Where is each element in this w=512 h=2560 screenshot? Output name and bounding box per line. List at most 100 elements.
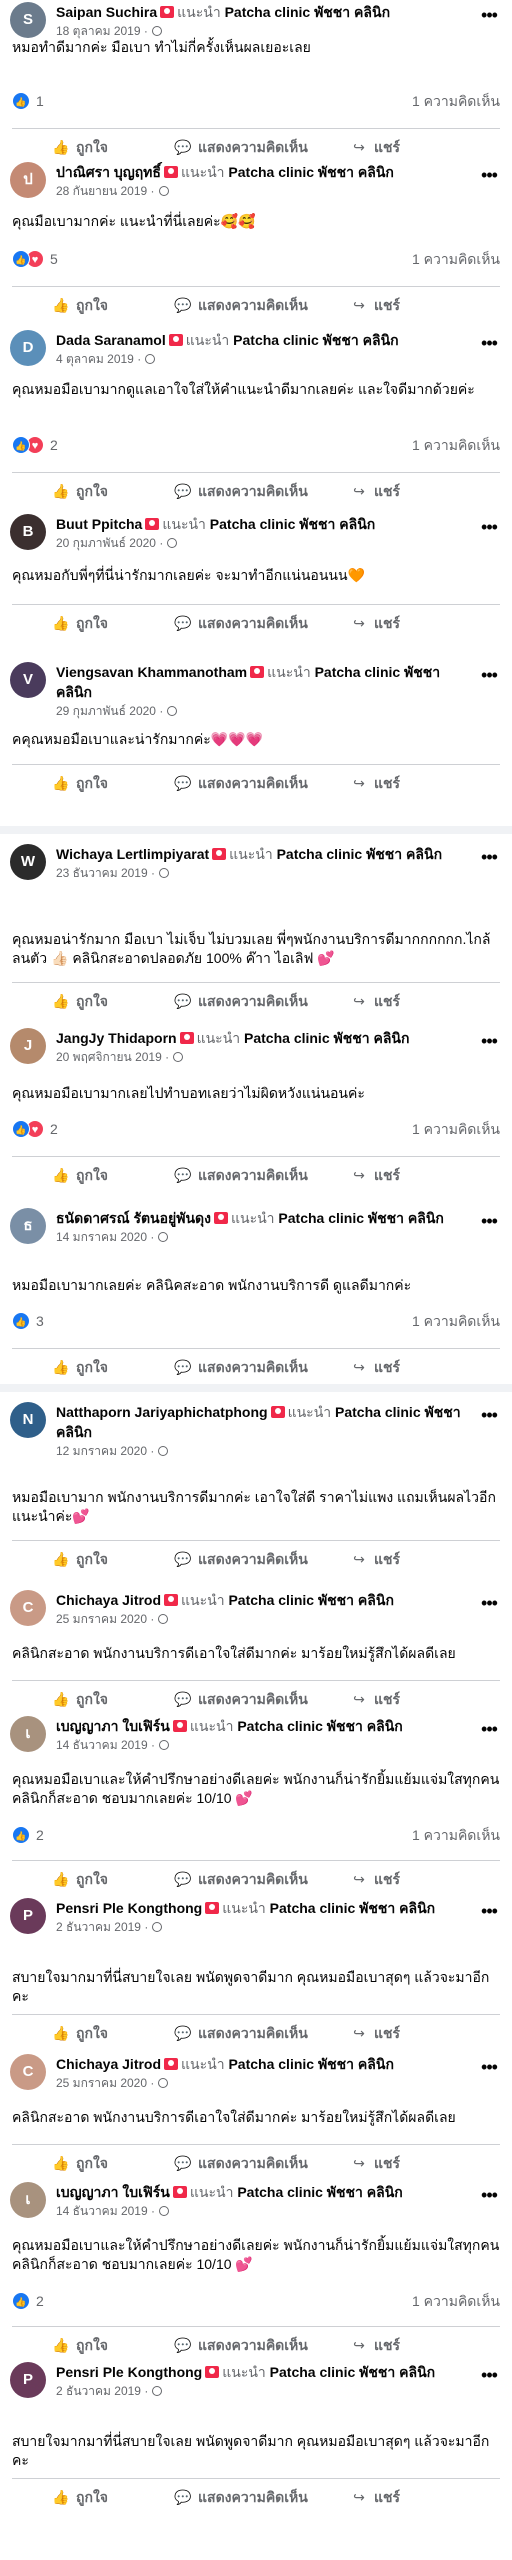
avatar[interactable]: ธ bbox=[10, 1208, 46, 1244]
like-button[interactable]: 👍 ถูกใจ bbox=[52, 2479, 108, 2515]
page-name-link[interactable]: Patcha clinic พัชชา คลินิก bbox=[237, 1718, 402, 1734]
avatar[interactable]: ป bbox=[10, 162, 46, 198]
page-name-link[interactable]: Patcha clinic พัชชา คลินิก bbox=[228, 164, 393, 180]
share-button[interactable]: ↪ แชร์ bbox=[350, 287, 400, 323]
page-name-link[interactable]: Patcha clinic พัชชา คลินิก bbox=[233, 332, 398, 348]
share-button[interactable]: ↪ แชร์ bbox=[350, 473, 400, 509]
reviewer-name[interactable]: Saipan Suchira bbox=[56, 4, 157, 20]
more-icon[interactable]: ••• bbox=[478, 2058, 500, 2076]
avatar[interactable]: C bbox=[10, 2054, 46, 2090]
comment-button[interactable]: 💬 แสดงความคิดเห็น bbox=[174, 2327, 308, 2363]
more-icon[interactable]: ••• bbox=[478, 334, 500, 352]
like-button[interactable]: 👍 ถูกใจ bbox=[52, 2327, 108, 2363]
review-date[interactable]: 12 มกราคม 2020 bbox=[56, 1444, 147, 1458]
reviewer-name[interactable]: เบญญาภา ใบเฟิร์น bbox=[56, 1718, 170, 1734]
avatar[interactable]: เ bbox=[10, 2182, 46, 2218]
comment-button[interactable]: 💬 แสดงความคิดเห็น bbox=[174, 1681, 308, 1717]
share-button[interactable]: ↪ แชร์ bbox=[350, 1861, 400, 1897]
more-icon[interactable]: ••• bbox=[478, 1406, 500, 1424]
more-icon[interactable]: ••• bbox=[478, 1720, 500, 1738]
more-icon[interactable]: ••• bbox=[478, 2186, 500, 2204]
comment-button[interactable]: 💬 แสดงความคิดเห็น bbox=[174, 2015, 308, 2051]
more-icon[interactable]: ••• bbox=[478, 1902, 500, 1920]
page-name-link[interactable]: Patcha clinic พัชชา คลินิก bbox=[270, 1900, 435, 1916]
reaction-summary[interactable]: 👍 2 bbox=[12, 2292, 44, 2312]
comments-count[interactable]: 1 ความคิดเห็น bbox=[412, 1120, 500, 1138]
like-button[interactable]: 👍 ถูกใจ bbox=[52, 1681, 108, 1717]
comment-button[interactable]: 💬 แสดงความคิดเห็น bbox=[174, 1157, 308, 1193]
review-date[interactable]: 4 ตุลาคม 2019 bbox=[56, 352, 134, 366]
comments-count[interactable]: 1 ความคิดเห็น bbox=[412, 250, 500, 268]
more-icon[interactable]: ••• bbox=[478, 1212, 500, 1230]
like-button[interactable]: 👍 ถูกใจ bbox=[52, 765, 108, 801]
comment-button[interactable]: 💬 แสดงความคิดเห็น bbox=[174, 1861, 308, 1897]
avatar[interactable]: เ bbox=[10, 1716, 46, 1752]
review-date[interactable]: 29 กุมภาพันธ์ 2020 bbox=[56, 704, 156, 718]
review-date[interactable]: 25 มกราคม 2020 bbox=[56, 2076, 147, 2090]
reviewer-name[interactable]: Chichaya Jitrod bbox=[56, 1592, 161, 1608]
share-button[interactable]: ↪ แชร์ bbox=[350, 1157, 400, 1193]
avatar[interactable]: P bbox=[10, 1898, 46, 1934]
more-icon[interactable]: ••• bbox=[478, 166, 500, 184]
page-name-link[interactable]: Patcha clinic พัชชา คลินิก bbox=[278, 1210, 443, 1226]
like-button[interactable]: 👍 ถูกใจ bbox=[52, 983, 108, 1019]
reaction-summary[interactable]: 👍 ♥ 5 bbox=[12, 250, 58, 270]
reviewer-name[interactable]: Buut Ppitcha bbox=[56, 516, 142, 532]
more-icon[interactable]: ••• bbox=[478, 518, 500, 536]
more-icon[interactable]: ••• bbox=[478, 848, 500, 866]
review-date[interactable]: 23 ธันวาคม 2019 bbox=[56, 866, 148, 880]
comment-button[interactable]: 💬 แสดงความคิดเห็น bbox=[174, 1541, 308, 1577]
comment-button[interactable]: 💬 แสดงความคิดเห็น bbox=[174, 983, 308, 1019]
share-button[interactable]: ↪ แชร์ bbox=[350, 2479, 400, 2515]
page-name-link[interactable]: Patcha clinic พัชชา คลินิก bbox=[244, 1030, 409, 1046]
reaction-summary[interactable]: 👍 2 bbox=[12, 1826, 44, 1846]
comment-button[interactable]: 💬 แสดงความคิดเห็น bbox=[174, 473, 308, 509]
comments-count[interactable]: 1 ความคิดเห็น bbox=[412, 1826, 500, 1844]
reviewer-name[interactable]: ปาณิศรา บุญฤทธิ์ bbox=[56, 164, 161, 180]
share-button[interactable]: ↪ แชร์ bbox=[350, 983, 400, 1019]
page-name-link[interactable]: Patcha clinic พัชชา คลินิก bbox=[270, 2364, 435, 2380]
share-button[interactable]: ↪ แชร์ bbox=[350, 2327, 400, 2363]
avatar[interactable]: P bbox=[10, 2362, 46, 2398]
more-icon[interactable]: ••• bbox=[478, 2366, 500, 2384]
reaction-summary[interactable]: 👍 1 bbox=[12, 92, 44, 112]
avatar[interactable]: V bbox=[10, 662, 46, 698]
comment-button[interactable]: 💬 แสดงความคิดเห็น bbox=[174, 765, 308, 801]
review-date[interactable]: 2 ธันวาคม 2019 bbox=[56, 2384, 141, 2398]
avatar[interactable]: D bbox=[10, 330, 46, 366]
more-icon[interactable]: ••• bbox=[478, 1032, 500, 1050]
like-button[interactable]: 👍 ถูกใจ bbox=[52, 2015, 108, 2051]
more-icon[interactable]: ••• bbox=[478, 666, 500, 684]
like-button[interactable]: 👍 ถูกใจ bbox=[52, 1541, 108, 1577]
review-date[interactable]: 14 มกราคม 2020 bbox=[56, 1230, 147, 1244]
page-name-link[interactable]: Patcha clinic พัชชา คลินิก bbox=[237, 2184, 402, 2200]
share-button[interactable]: ↪ แชร์ bbox=[350, 1681, 400, 1717]
like-button[interactable]: 👍 ถูกใจ bbox=[52, 605, 108, 641]
share-button[interactable]: ↪ แชร์ bbox=[350, 605, 400, 641]
page-name-link[interactable]: Patcha clinic พัชชา คลินิก bbox=[277, 846, 442, 862]
review-date[interactable]: 20 กุมภาพันธ์ 2020 bbox=[56, 536, 156, 550]
review-date[interactable]: 2 ธันวาคม 2019 bbox=[56, 1920, 141, 1934]
avatar[interactable]: S bbox=[10, 2, 46, 38]
comment-button[interactable]: 💬 แสดงความคิดเห็น bbox=[174, 2145, 308, 2181]
review-date[interactable]: 18 ตุลาคม 2019 bbox=[56, 24, 141, 38]
like-button[interactable]: 👍 ถูกใจ bbox=[52, 1349, 108, 1385]
comments-count[interactable]: 1 ความคิดเห็น bbox=[412, 2292, 500, 2310]
reaction-summary[interactable]: 👍 ♥ 2 bbox=[12, 1120, 58, 1140]
reviewer-name[interactable]: JangJy Thidaporn bbox=[56, 1030, 177, 1046]
reviewer-name[interactable]: ธนัดดาศรณ์ รัตนอยู่พันดุง bbox=[56, 1210, 211, 1226]
avatar[interactable]: C bbox=[10, 1590, 46, 1626]
share-button[interactable]: ↪ แชร์ bbox=[350, 1349, 400, 1385]
comment-button[interactable]: 💬 แสดงความคิดเห็น bbox=[174, 287, 308, 323]
like-button[interactable]: 👍 ถูกใจ bbox=[52, 473, 108, 509]
comment-button[interactable]: 💬 แสดงความคิดเห็น bbox=[174, 2479, 308, 2515]
reaction-summary[interactable]: 👍 3 bbox=[12, 1312, 44, 1332]
share-button[interactable]: ↪ แชร์ bbox=[350, 1541, 400, 1577]
reviewer-name[interactable]: Viengsavan Khammanotham bbox=[56, 664, 247, 680]
like-button[interactable]: 👍 ถูกใจ bbox=[52, 287, 108, 323]
avatar[interactable]: N bbox=[10, 1402, 46, 1438]
review-date[interactable]: 14 ธันวาคม 2019 bbox=[56, 2204, 148, 2218]
reviewer-name[interactable]: Pensri Ple Kongthong bbox=[56, 1900, 202, 1916]
reviewer-name[interactable]: Pensri Ple Kongthong bbox=[56, 2364, 202, 2380]
page-name-link[interactable]: Patcha clinic พัชชา คลินิก bbox=[228, 2056, 393, 2072]
